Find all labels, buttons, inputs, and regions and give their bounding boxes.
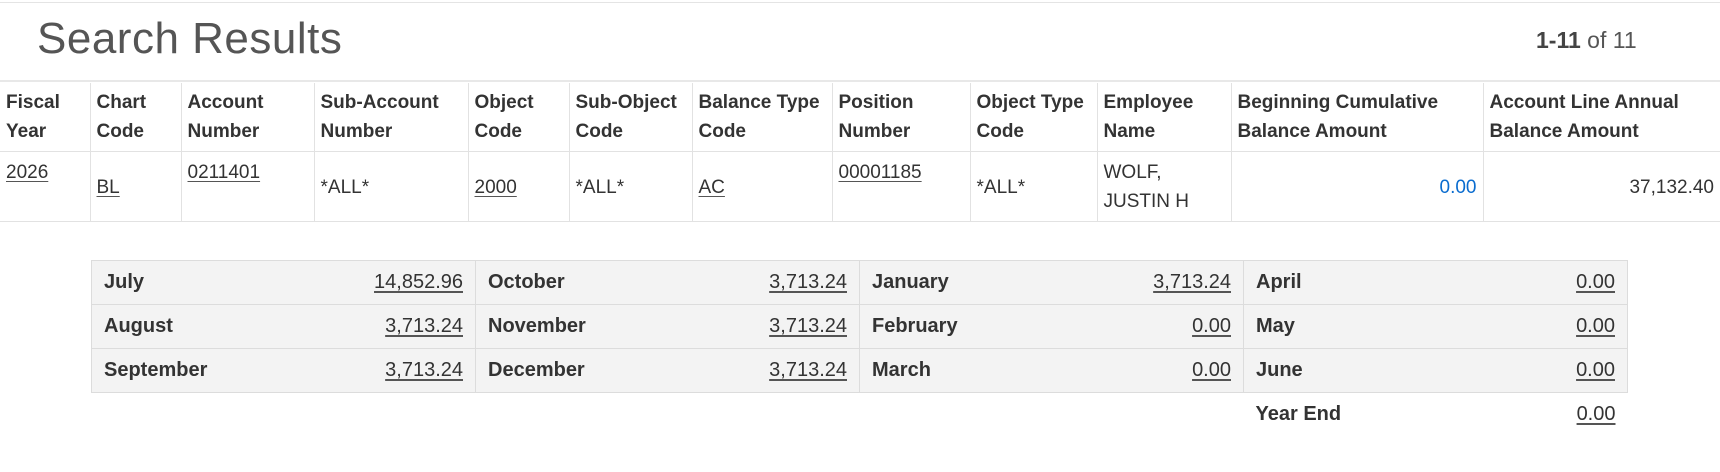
cell-account-number: 0211401: [181, 151, 315, 222]
header-divider: [0, 80, 1720, 82]
balance-type-code-link[interactable]: AC: [699, 177, 725, 198]
month-label: June: [1243, 348, 1444, 393]
col-header-employee-name[interactable]: Employee Name: [1097, 83, 1232, 152]
cell-chart-code: BL: [90, 151, 182, 222]
month-value-cell: 3,713.24: [675, 260, 860, 305]
fiscal-year-link[interactable]: 2026: [6, 162, 48, 183]
month-amount-link[interactable]: 0.00: [1576, 359, 1615, 381]
cell-annual-balance: 37,132.40: [1483, 151, 1720, 222]
month-amount-link[interactable]: 0.00: [1192, 359, 1231, 381]
chart-code-link[interactable]: BL: [97, 177, 120, 198]
paging-total: of 11: [1587, 27, 1637, 53]
month-amount-link[interactable]: 3,713.24: [385, 315, 463, 337]
month-label: April: [1243, 260, 1444, 305]
month-value-cell: 3,713.24: [675, 304, 860, 349]
month-amount-link[interactable]: 3,713.24: [385, 359, 463, 381]
month-label: February: [859, 304, 1060, 349]
year-end-spacer: [91, 392, 1244, 436]
month-amount-link[interactable]: 14,852.96: [374, 271, 463, 293]
month-label: October: [475, 260, 676, 305]
month-label: September: [91, 348, 292, 393]
month-label: August: [91, 304, 292, 349]
col-header-object-code[interactable]: Object Code: [468, 83, 570, 152]
month-label: May: [1243, 304, 1444, 349]
cell-position-number: 00001185: [832, 151, 971, 222]
month-value-cell: 3,713.24: [291, 348, 476, 393]
month-value-cell: 3,713.24: [291, 304, 476, 349]
cell-object-type-code: *ALL*: [970, 151, 1098, 222]
col-header-account-number[interactable]: Account Number: [181, 83, 315, 152]
month-amount-link[interactable]: 3,713.24: [769, 359, 847, 381]
cell-sub-account-number: *ALL*: [314, 151, 469, 222]
cell-object-code: 2000: [468, 151, 570, 222]
col-header-position-number[interactable]: Position Number: [832, 83, 971, 152]
month-label: July: [91, 260, 292, 305]
col-header-beginning-cumulative-balance[interactable]: Beginning Cumulative Balance Amount: [1231, 83, 1484, 152]
month-amount-link[interactable]: 3,713.24: [769, 315, 847, 337]
col-header-fiscal-year[interactable]: Fiscal Year: [0, 83, 91, 152]
results-table: Fiscal Year Chart Code Account Number Su…: [0, 83, 1720, 222]
col-header-annual-balance[interactable]: Account Line Annual Balance Amount: [1483, 83, 1720, 152]
month-amount-link[interactable]: 0.00: [1576, 271, 1615, 293]
year-end-row: Year End 0.00: [91, 392, 1628, 436]
top-divider: [0, 2, 1720, 3]
month-amount-link[interactable]: 0.00: [1576, 315, 1615, 337]
cell-employee-name: WOLF, JUSTIN H: [1097, 151, 1232, 222]
month-value-cell: 0.00: [1443, 304, 1628, 349]
cell-fiscal-year: 2026: [0, 151, 91, 222]
col-header-chart-code[interactable]: Chart Code: [90, 83, 182, 152]
position-number-link[interactable]: 00001185: [839, 162, 922, 183]
object-code-link[interactable]: 2000: [475, 177, 517, 198]
page-title: Search Results: [37, 14, 343, 63]
paging-info: 1-11 of 11: [1536, 27, 1637, 54]
paging-range: 1-11: [1536, 27, 1581, 53]
col-header-sub-account-number[interactable]: Sub-Account Number: [314, 83, 469, 152]
month-label: November: [475, 304, 676, 349]
month-row: August 3,713.24 November 3,713.24 Februa…: [91, 304, 1628, 349]
col-header-balance-type-code[interactable]: Balance Type Code: [692, 83, 833, 152]
results-header-row: Fiscal Year Chart Code Account Number Su…: [0, 83, 1720, 152]
month-value-cell: 3,713.24: [675, 348, 860, 393]
month-label: March: [859, 348, 1060, 393]
month-label: January: [859, 260, 1060, 305]
month-amount-link[interactable]: 3,713.24: [1153, 271, 1231, 293]
col-header-object-type-code[interactable]: Object Type Code: [970, 83, 1098, 152]
month-amount-link[interactable]: 3,713.24: [769, 271, 847, 293]
year-end-value-cell: 0.00: [1443, 392, 1628, 436]
month-value-cell: 0.00: [1443, 348, 1628, 393]
month-amount-link[interactable]: 0.00: [1192, 315, 1231, 337]
month-value-cell: 14,852.96: [291, 260, 476, 305]
month-value-cell: 0.00: [1443, 260, 1628, 305]
col-header-sub-object-code[interactable]: Sub-Object Code: [569, 83, 693, 152]
table-row: 2026 BL 0211401 *ALL* 2000 *ALL* AC 0000…: [0, 151, 1720, 222]
month-value-cell: 3,713.24: [1059, 260, 1244, 305]
month-row: September 3,713.24 December 3,713.24 Mar…: [91, 348, 1628, 393]
cell-balance-type-code: AC: [692, 151, 833, 222]
month-value-cell: 0.00: [1059, 348, 1244, 393]
year-end-label: Year End: [1243, 392, 1444, 436]
cell-sub-object-code: *ALL*: [569, 151, 693, 222]
month-value-cell: 0.00: [1059, 304, 1244, 349]
month-row: July 14,852.96 October 3,713.24 January …: [91, 260, 1628, 305]
account-number-link[interactable]: 0211401: [188, 162, 261, 183]
monthly-balances-table: July 14,852.96 October 3,713.24 January …: [91, 260, 1628, 436]
beginning-balance-value[interactable]: 0.00: [1440, 177, 1477, 198]
year-end-amount-link[interactable]: 0.00: [1577, 403, 1616, 425]
month-label: December: [475, 348, 676, 393]
cell-beginning-cumulative-balance: 0.00: [1231, 151, 1484, 222]
